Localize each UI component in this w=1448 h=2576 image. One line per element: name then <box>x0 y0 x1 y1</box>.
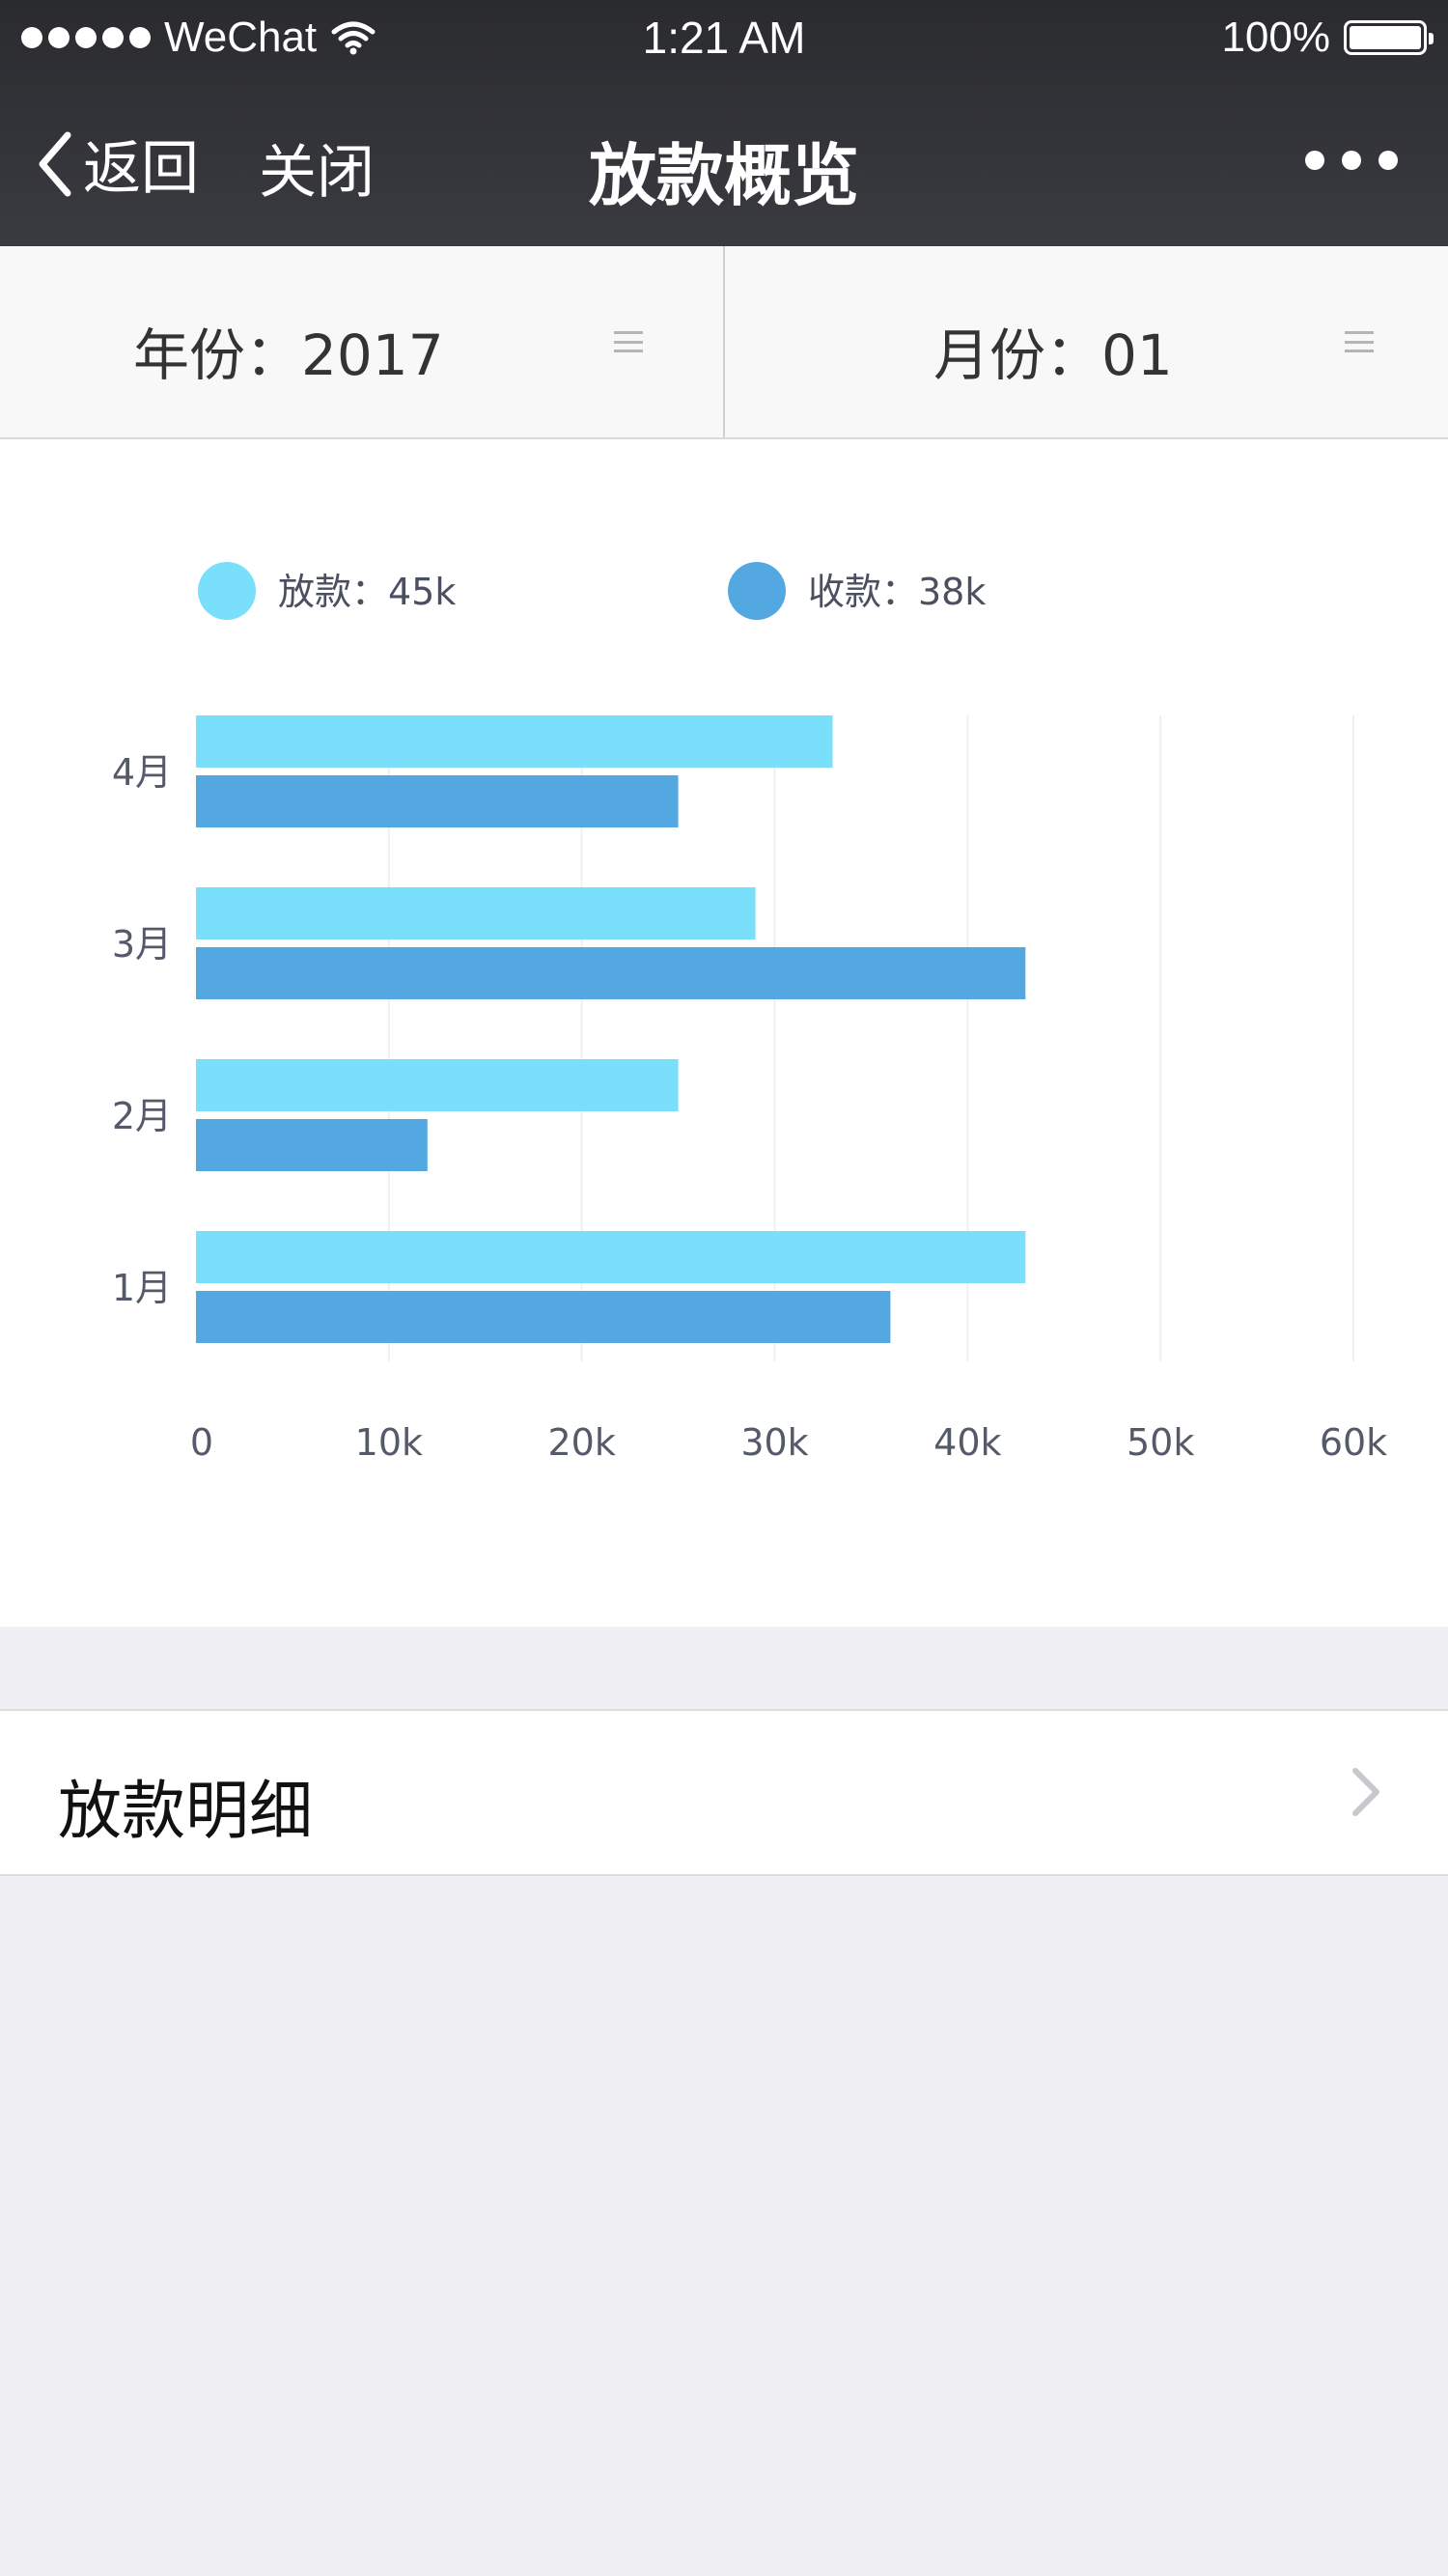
menu-icon <box>614 331 643 352</box>
y-tick-label: 4月 <box>112 751 172 794</box>
page-title: 放款概览 <box>589 136 859 215</box>
y-axis-labels: 4月 3月 2月 1月 <box>112 751 172 1309</box>
collect-bar <box>196 1119 428 1171</box>
legend-loan-swatch <box>198 562 256 620</box>
year-selector-label: 年份：2017 <box>133 322 444 388</box>
loan-bar <box>196 887 756 939</box>
collect-bar <box>196 775 679 827</box>
collect-bar <box>196 1291 891 1343</box>
loan-detail-label: 放款明细 <box>58 1774 313 1848</box>
battery-status: 100% <box>1221 14 1434 62</box>
legend-collect-swatch <box>728 562 786 620</box>
y-tick-label: 1月 <box>112 1267 172 1309</box>
y-tick-label: 2月 <box>112 1095 172 1137</box>
menu-icon <box>1345 331 1374 352</box>
x-tick-label: 30k <box>740 1421 808 1464</box>
y-tick-label: 3月 <box>112 923 172 966</box>
x-axis-labels: 0 10k 20k 30k 40k 50k 60k <box>190 1421 1387 1464</box>
chart-card: 4月 3月 2月 1月 0 10k 20k 30k 40k 50k 60k 放款：45k 收款：3… <box>0 439 1448 1627</box>
collect-bar <box>196 947 1026 999</box>
loan-bar <box>196 1059 679 1111</box>
legend-loan-label: 放款：45k <box>278 571 456 613</box>
x-tick-label: 40k <box>933 1421 1001 1464</box>
x-tick-label: 10k <box>355 1421 423 1464</box>
chevron-right-icon <box>1352 1768 1379 1816</box>
status-bar: WeChat 1:21 AM 100% <box>0 0 1448 79</box>
bar-chart: 4月 3月 2月 1月 0 10k 20k 30k 40k 50k 60k 放款：45k 收款：3… <box>112 562 1387 1464</box>
loan-bar <box>196 715 833 768</box>
battery-percent: 100% <box>1221 14 1330 61</box>
legend-collect-label: 收款：38k <box>808 571 986 613</box>
x-tick-label: 20k <box>547 1421 615 1464</box>
nav-bar: 返回 关闭 放款概览 <box>0 79 1448 246</box>
battery-icon <box>1344 20 1434 55</box>
bars <box>196 715 1026 1343</box>
loan-detail-row[interactable]: 放款明细 <box>0 1709 1448 1876</box>
top-bar: WeChat 1:21 AM 100% 返回 关闭 放款概览 <box>0 0 1448 246</box>
loan-bar <box>196 1231 1026 1283</box>
x-tick-label: 60k <box>1320 1421 1387 1464</box>
filter-bar: 年份：2017 月份：01 <box>0 246 1448 439</box>
more-icon[interactable] <box>1305 151 1398 170</box>
x-tick-label: 50k <box>1127 1421 1194 1464</box>
x-tick-label: 0 <box>190 1421 213 1464</box>
month-selector[interactable]: 月份：01 <box>725 246 1448 437</box>
year-selector[interactable]: 年份：2017 <box>0 246 724 437</box>
month-selector-label: 月份：01 <box>933 322 1173 388</box>
